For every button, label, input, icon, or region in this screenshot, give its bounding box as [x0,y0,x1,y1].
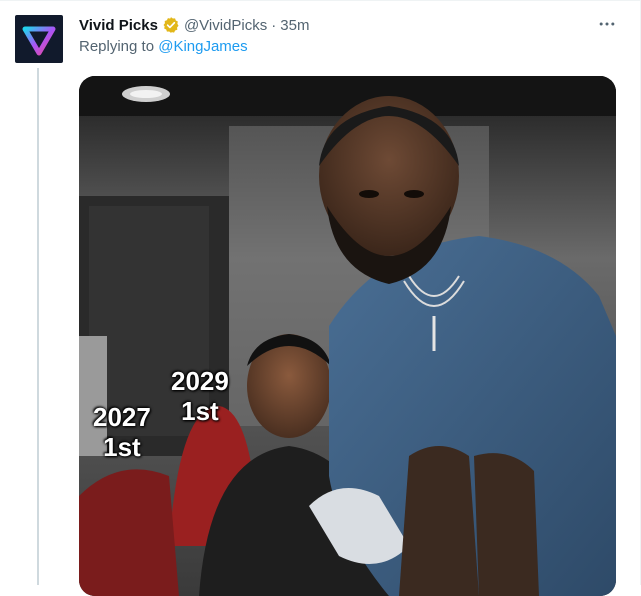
tweet-media-image[interactable]: 2029 1st 2027 1st [79,76,616,596]
vivid-picks-logo-icon [22,26,56,56]
tweet-header: Vivid Picks @VividPicks · 35m [79,14,309,36]
more-horizontal-icon [599,22,615,26]
thread-connector-line [37,68,39,585]
overlay-text-2029: 2029 1st [171,366,229,426]
gold-verified-badge-icon[interactable] [162,16,180,34]
overlay-year: 2029 [171,366,229,396]
separator-dot: · [271,16,277,34]
timeline-top-border [0,0,641,1]
replying-to-line: Replying to @KingJames [79,38,248,55]
overlay-pick-label: 1st [103,432,141,462]
meme-photo [79,76,616,596]
more-options-button[interactable] [593,12,621,36]
timestamp[interactable]: 35m [280,17,309,34]
replying-to-label: Replying to [79,38,159,55]
display-name[interactable]: Vivid Picks [79,17,158,34]
avatar[interactable] [15,15,63,63]
overlay-pick-label: 1st [181,396,219,426]
overlay-year: 2027 [93,402,151,432]
reply-mention-link[interactable]: @KingJames [158,38,247,55]
handle[interactable]: @VividPicks [184,17,267,34]
overlay-text-2027: 2027 1st [93,402,151,462]
